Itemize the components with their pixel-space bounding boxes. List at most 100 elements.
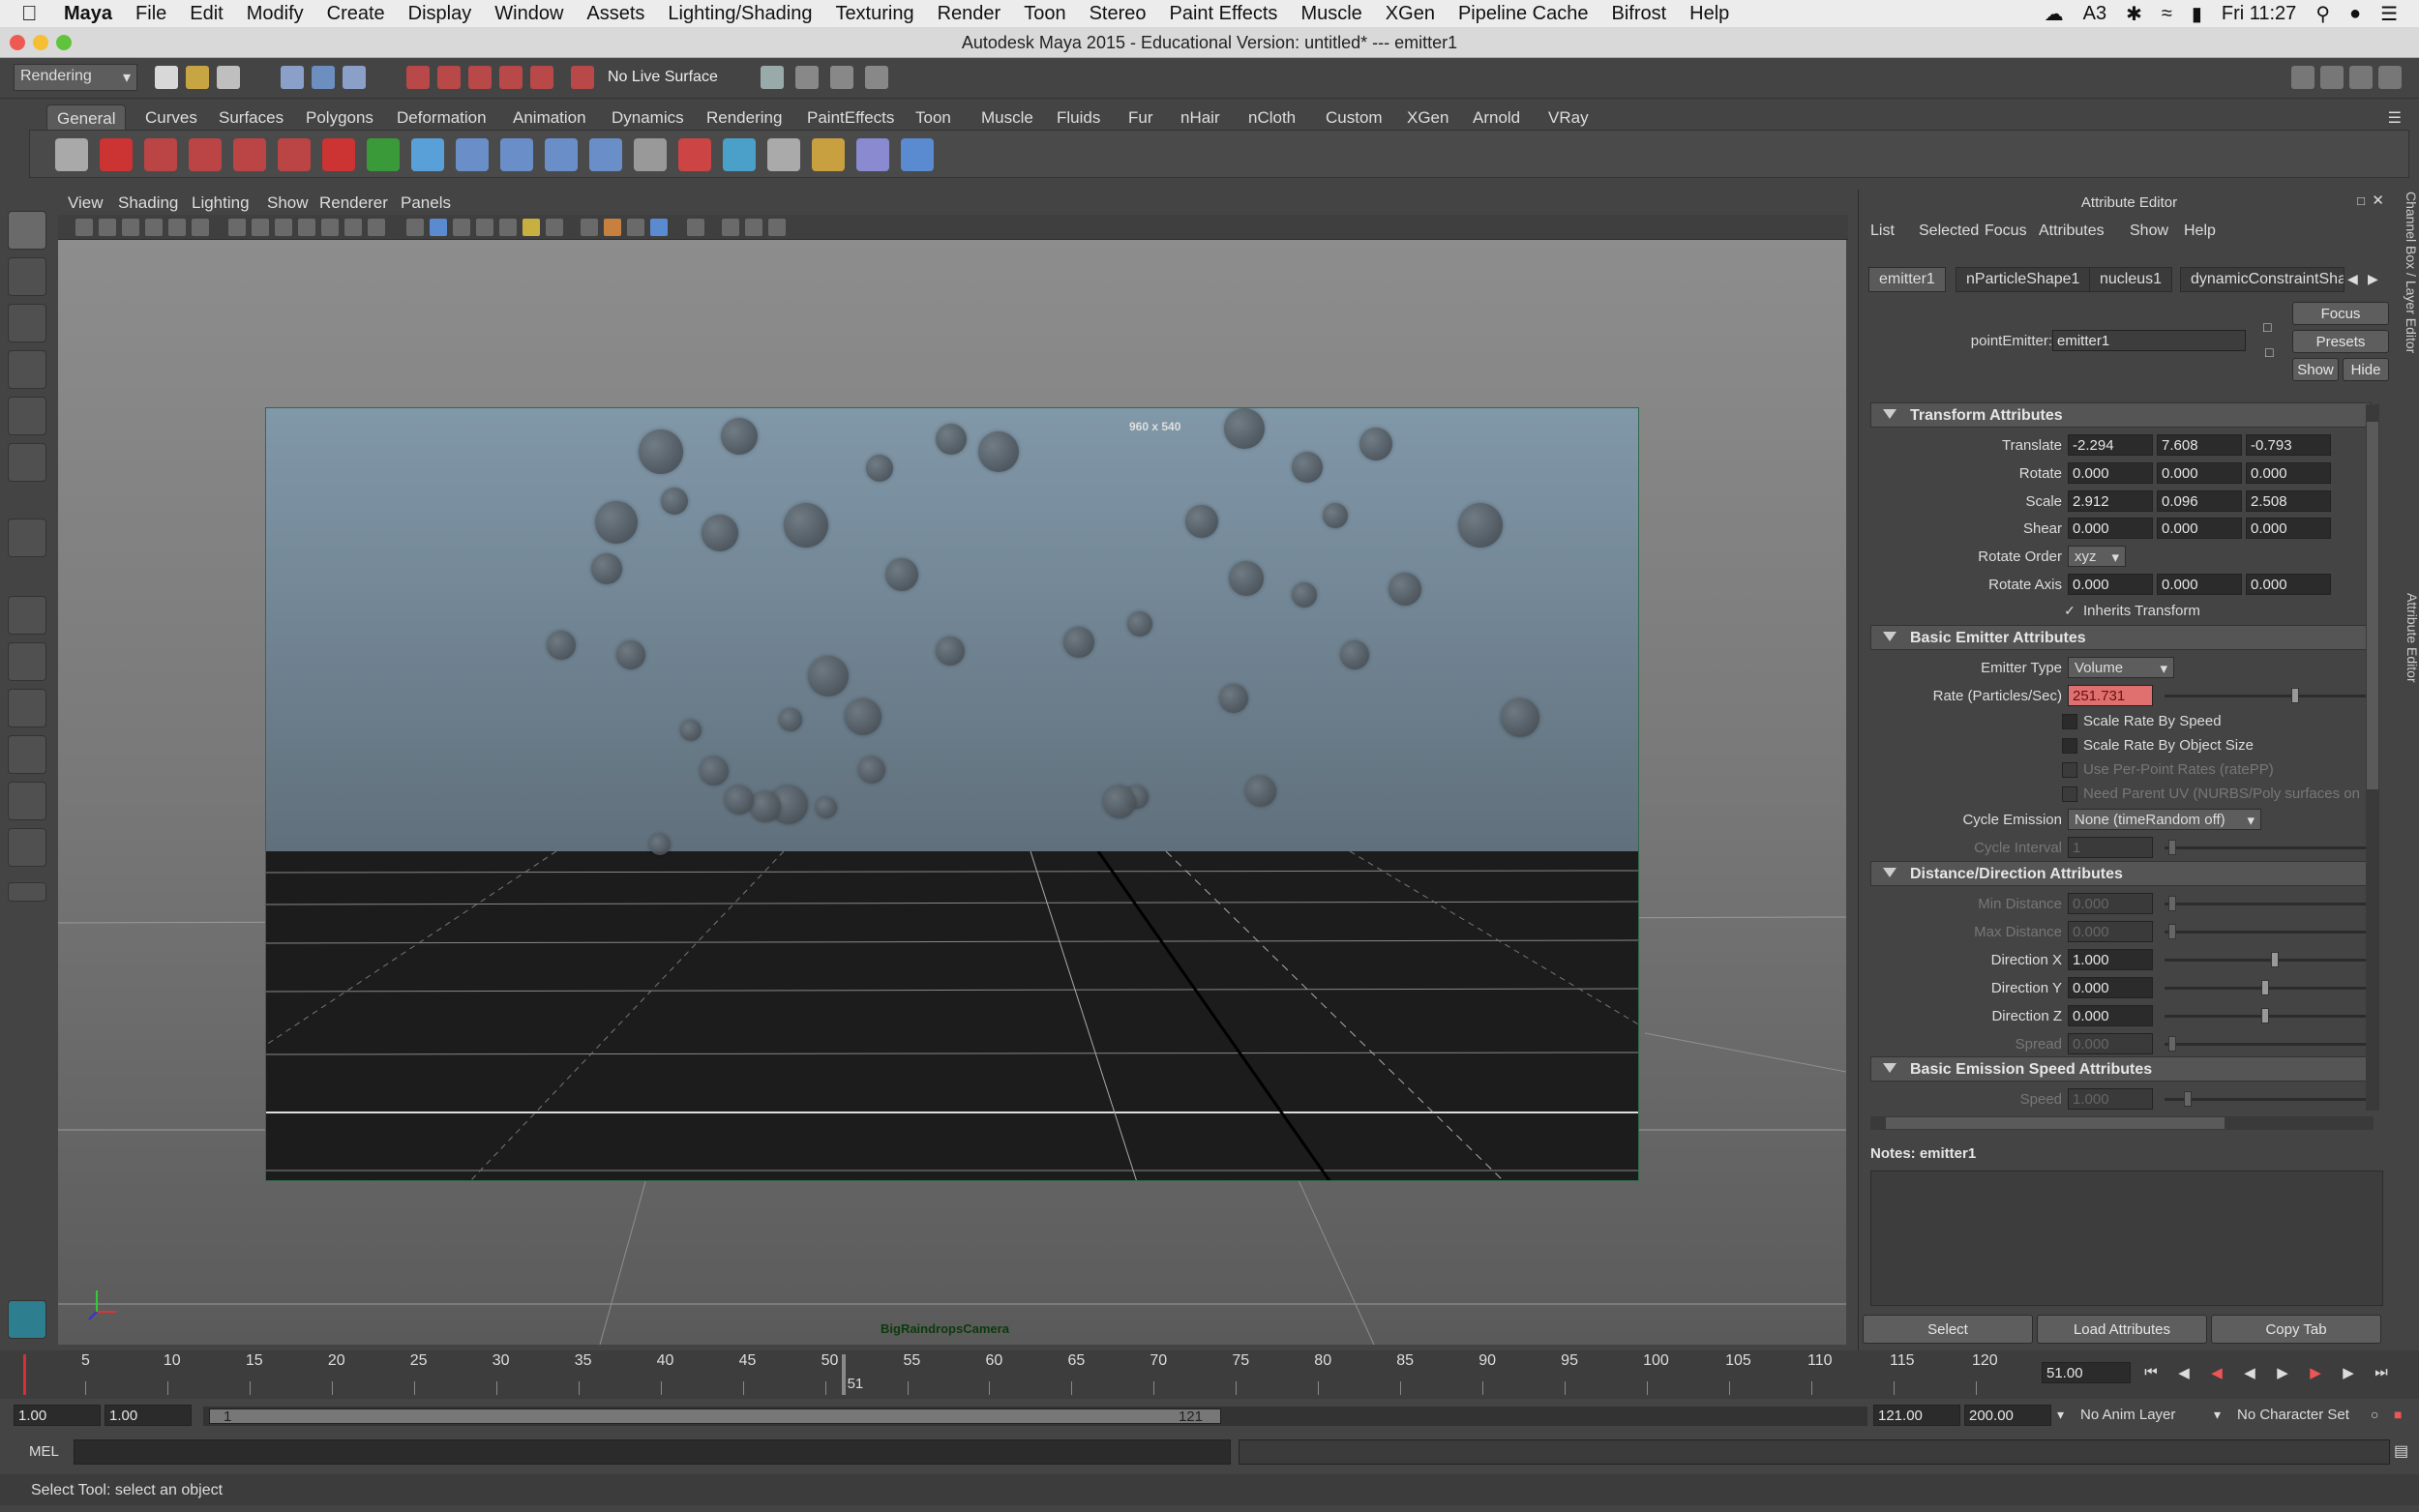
safe-action-icon[interactable] [344, 219, 362, 236]
field-chart-icon[interactable] [321, 219, 339, 236]
menu-modify[interactable]: Modify [247, 3, 304, 25]
hud-icon[interactable] [687, 219, 704, 236]
rotate-axis-x-field[interactable]: 0.000 [2068, 574, 2153, 595]
parent-uv-checkbox[interactable] [2062, 786, 2077, 802]
go-input-icon[interactable]: □ [2263, 319, 2271, 335]
cache-icon[interactable] [634, 138, 667, 171]
film-gate-icon[interactable] [252, 219, 269, 236]
panel-menu-view[interactable]: View [68, 193, 104, 213]
rotate-z-field[interactable]: 0.000 [2246, 462, 2331, 484]
lattice-icon[interactable] [856, 138, 889, 171]
new-scene-icon[interactable] [155, 66, 178, 89]
magnet-icon[interactable] [322, 138, 355, 171]
help-icon[interactable] [100, 138, 133, 171]
section-transform[interactable]: Transform Attributes [1870, 402, 2372, 428]
brush-icon[interactable] [812, 138, 845, 171]
direction-y-handle[interactable] [2261, 980, 2269, 995]
panel-menu-show[interactable]: Show [267, 193, 309, 213]
ae-menu-help[interactable]: Help [2184, 222, 2216, 240]
hypershade-layout-icon[interactable] [8, 782, 46, 820]
float-panel-icon[interactable]: □ [2357, 193, 2365, 208]
shelf-tab-deformation[interactable]: Deformation [387, 104, 496, 130]
wifi-icon[interactable]: ≈ [2162, 3, 2172, 25]
spread-handle[interactable] [2168, 1036, 2176, 1052]
sphere-icon[interactable] [411, 138, 444, 171]
shelf-tab-vray[interactable]: VRay [1538, 104, 1598, 130]
history-icon[interactable] [795, 66, 819, 89]
textured-icon[interactable] [476, 219, 493, 236]
menu-texturing[interactable]: Texturing [835, 3, 913, 25]
direction-y-field[interactable]: 0.000 [2068, 977, 2153, 998]
load-attributes-button[interactable]: Load Attributes [2037, 1315, 2207, 1344]
adobe-icon[interactable]: A3 [2083, 3, 2106, 25]
ae-tab-nucleus1[interactable]: nucleus1 [2089, 267, 2173, 292]
step-forward-frame-icon[interactable]: ▶ [2338, 1364, 2359, 1385]
move-icon[interactable] [901, 138, 934, 171]
step-back-frame-icon[interactable]: ◀ [2173, 1364, 2195, 1385]
menu-app[interactable]: Maya [64, 3, 112, 25]
shelf-tab-toon[interactable]: Toon [906, 104, 961, 130]
close-panel-icon[interactable]: ✕ [2372, 192, 2384, 209]
tab-scroll-left-icon[interactable]: ◀ [2347, 271, 2358, 287]
menu-muscle[interactable]: Muscle [1300, 3, 1361, 25]
ocean-icon[interactable] [723, 138, 756, 171]
save-scene-icon[interactable] [217, 66, 240, 89]
focus-button[interactable]: Focus [2292, 302, 2389, 325]
persp-editor-icon[interactable] [8, 828, 46, 867]
side-tab-attribute-editor[interactable]: Attribute Editor [2404, 593, 2419, 699]
wireframe-on-shaded-icon[interactable] [453, 219, 470, 236]
ae-menu-attributes[interactable]: Attributes [2039, 222, 2105, 240]
viewport[interactable]: 960 x 540 BigRaindropsCamera [58, 240, 1846, 1345]
cycle-emission-dropdown[interactable]: None (timeRandom off) ▾ [2068, 809, 2261, 830]
shelf-tab-animation[interactable]: Animation [503, 104, 596, 130]
menu-stereo[interactable]: Stereo [1090, 3, 1147, 25]
notification-icon[interactable]: ☰ [2380, 2, 2398, 26]
nrigid-icon[interactable] [545, 138, 578, 171]
menu-window[interactable]: Window [494, 3, 563, 25]
scale-rate-speed-checkbox[interactable] [2062, 714, 2077, 729]
section-distance-direction[interactable]: Distance/Direction Attributes [1870, 861, 2372, 886]
side-tab-channel-box[interactable]: Channel Box / Layer Editor [2404, 192, 2419, 501]
direction-x-handle[interactable] [2271, 952, 2279, 967]
shelf-menu-icon[interactable]: ☰ [2388, 108, 2402, 128]
creative-cloud-icon[interactable]: ☁ [2045, 2, 2064, 26]
ae-horizontal-scrollbar[interactable] [1870, 1116, 2374, 1130]
current-frame-marker[interactable] [841, 1354, 846, 1395]
range-start-field[interactable]: 1.00 [14, 1405, 101, 1426]
direction-y-slider[interactable] [2165, 980, 2370, 995]
range-slider-handle[interactable]: 1 121 [209, 1408, 1221, 1425]
time-slider[interactable]: 5 10 15 20 25 30 35 40 45 50 55 60 65 70 75 80 85 90 95 100… [0, 1350, 2419, 1399]
ipr-render-icon[interactable] [865, 66, 888, 89]
paint-select-tool-icon[interactable] [8, 304, 46, 342]
battery-icon[interactable]: ▮ [2192, 2, 2202, 26]
ae-menu-list[interactable]: List [1870, 222, 1895, 240]
auto-key-icon[interactable]: ○ [2371, 1407, 2378, 1422]
play-backwards-icon[interactable]: ◀ [2239, 1364, 2260, 1385]
menu-pipeline-cache[interactable]: Pipeline Cache [1458, 3, 1589, 25]
last-tool-icon[interactable] [8, 519, 46, 557]
section-basic-emitter[interactable]: Basic Emitter Attributes [1870, 625, 2372, 650]
shelf-tab-ncloth[interactable]: nCloth [1239, 104, 1305, 130]
shelf-tab-muscle[interactable]: Muscle [971, 104, 1043, 130]
xray-joints-icon[interactable] [604, 219, 621, 236]
shadows-icon[interactable] [523, 219, 540, 236]
scale-rate-size-checkbox[interactable] [2062, 738, 2077, 754]
ae-scroll-thumb[interactable] [2367, 422, 2378, 789]
menu-edit[interactable]: Edit [190, 3, 223, 25]
xray-icon[interactable] [581, 219, 598, 236]
select-component-icon[interactable] [343, 66, 366, 89]
ae-menu-selected[interactable]: Selected [1919, 222, 1979, 240]
fields-icon[interactable] [233, 138, 266, 171]
shelf-tab-polygons[interactable]: Polygons [296, 104, 383, 130]
anim-layer-dropdown[interactable]: No Anim Layer [2080, 1407, 2175, 1423]
menu-display[interactable]: Display [408, 3, 472, 25]
per-point-rates-checkbox[interactable] [2062, 762, 2077, 778]
copy-tab-button[interactable]: Copy Tab [2211, 1315, 2381, 1344]
shear-x-field[interactable]: 0.000 [2068, 518, 2153, 539]
scale-x-field[interactable]: 2.912 [2068, 490, 2153, 512]
inherits-transform-checkbox[interactable]: ✓ [2062, 604, 2077, 619]
menu-assets[interactable]: Assets [586, 3, 644, 25]
cycle-interval-handle[interactable] [2168, 840, 2176, 855]
panel-menu-renderer[interactable]: Renderer [319, 193, 388, 213]
emitter-icon[interactable] [144, 138, 177, 171]
